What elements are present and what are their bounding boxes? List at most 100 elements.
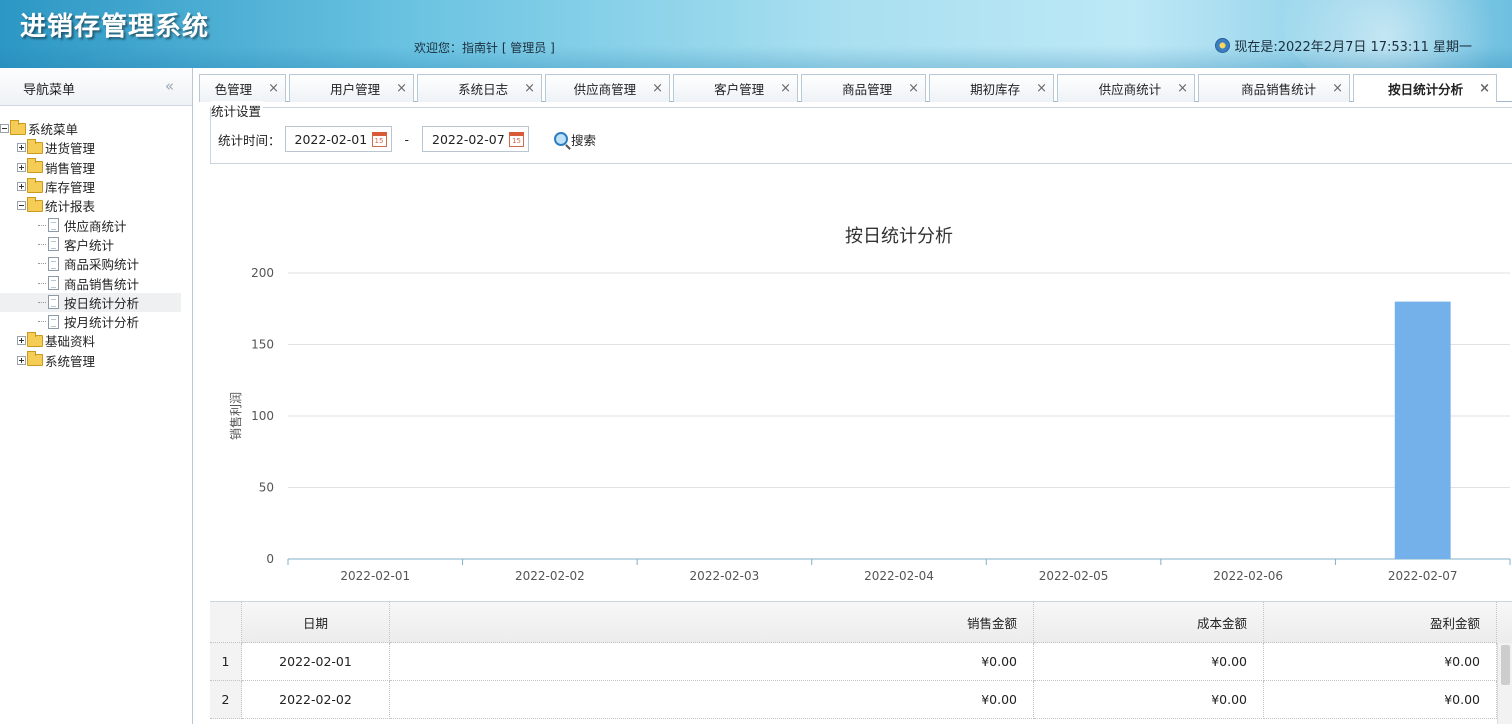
y-tick-label: 100	[251, 409, 274, 423]
tree-item-label: 统计报表	[45, 199, 96, 215]
tab-label: 客户管理	[714, 82, 765, 97]
tree-item[interactable]: 进货管理	[0, 138, 192, 157]
tree-item[interactable]: 按月统计分析	[0, 312, 192, 331]
tree-item-label: 商品销售统计	[64, 276, 140, 292]
search-button[interactable]: 搜索	[554, 130, 596, 149]
calendar-icon[interactable]: 15	[371, 131, 387, 147]
close-tab-icon[interactable]: ×	[780, 81, 791, 96]
expand-toggle-icon[interactable]	[17, 355, 26, 365]
search-icon	[554, 132, 569, 146]
start-date-field[interactable]: 2022-02-01 15	[284, 126, 392, 152]
table-row[interactable]: 1 2022-02-01 ¥0.00 ¥0.00 ¥0.00	[210, 643, 1512, 681]
close-tab-icon[interactable]: ×	[396, 81, 407, 96]
document-icon	[48, 295, 59, 310]
collapse-toggle-icon[interactable]	[17, 201, 26, 211]
tab[interactable]: 系统日志 ×	[417, 74, 542, 102]
expand-toggle-icon[interactable]	[17, 143, 26, 153]
end-date-field[interactable]: 2022-02-07 15	[422, 126, 530, 152]
tree-item[interactable]: 基础资料	[0, 331, 192, 350]
scrollbar-thumb[interactable]	[1501, 645, 1510, 685]
tree-item-label: 按月统计分析	[64, 315, 140, 331]
column-header-sales[interactable]: 销售金额	[390, 602, 1034, 643]
tree-item[interactable]: 统计报表	[0, 196, 192, 215]
welcome-text: 欢迎您：指南针 [ 管理员 ]	[414, 41, 555, 55]
close-tab-icon[interactable]: ×	[268, 81, 279, 96]
row-index: 1	[210, 643, 242, 681]
y-tick-label: 50	[259, 481, 274, 495]
tree-item-label: 库存管理	[45, 180, 96, 196]
expand-toggle-icon[interactable]	[17, 336, 26, 346]
search-label: 搜索	[571, 132, 597, 148]
tab[interactable]: 期初库存 ×	[929, 74, 1054, 102]
tab-label: 色管理	[214, 82, 253, 97]
tree-item-label: 客户统计	[64, 237, 115, 253]
tab[interactable]: 供应商统计 ×	[1057, 74, 1195, 102]
y-tick-label: 0	[266, 552, 274, 566]
tree-item[interactable]: 系统管理	[0, 351, 192, 370]
calendar-icon[interactable]: 15	[509, 131, 525, 147]
column-header-date[interactable]: 日期	[242, 602, 390, 643]
date-range-label: 统计时间：	[218, 132, 281, 148]
column-header-profit[interactable]: 盈利金额	[1264, 602, 1497, 643]
clock-icon	[1215, 38, 1231, 53]
tab-label: 供应商统计	[1098, 82, 1162, 97]
tree-item[interactable]: 供应商统计	[0, 215, 192, 234]
close-tab-icon[interactable]: ×	[908, 81, 919, 96]
tree-item[interactable]: 商品采购统计	[0, 254, 192, 273]
column-header-cost[interactable]: 成本金额	[1034, 602, 1264, 643]
row-sales: ¥0.00	[390, 643, 1034, 681]
tab-label: 商品管理	[842, 82, 893, 97]
row-cost: ¥0.00	[1034, 643, 1264, 681]
bar-chart: 按日统计分析销售利润 0 50 100 150 200 2022-02-01 2022-02-…	[228, 226, 1511, 583]
close-tab-icon[interactable]: ×	[1332, 81, 1343, 96]
tree-connector	[38, 243, 46, 245]
tree-item-label: 进货管理	[45, 141, 96, 157]
tree-item[interactable]: 系统菜单	[0, 119, 192, 138]
tab[interactable]: 供应商管理 ×	[545, 74, 670, 102]
tab-label: 用户管理	[330, 82, 381, 97]
end-date-value: 2022-02-07	[432, 131, 505, 147]
close-tab-icon[interactable]: ×	[652, 81, 663, 96]
document-icon	[48, 218, 59, 233]
tree-item[interactable]: 销售管理	[0, 158, 192, 177]
table-row[interactable]: 2 2022-02-02 ¥0.00 ¥0.00 ¥0.00	[210, 681, 1512, 719]
y-axis-label: 销售利润	[228, 392, 243, 440]
close-tab-icon[interactable]: ×	[1479, 81, 1490, 96]
tree-connector	[38, 321, 46, 323]
tab-label: 期初库存	[970, 82, 1021, 97]
table-header-row: 日期 销售金额 成本金额 盈利金额	[210, 602, 1512, 643]
close-tab-icon[interactable]: ×	[1177, 81, 1188, 96]
tab[interactable]: 用户管理 ×	[289, 74, 414, 102]
tab[interactable]: 客户管理 ×	[673, 74, 798, 102]
tree-item[interactable]: 库存管理	[0, 177, 192, 196]
app-header: 进销存管理系统 欢迎您：指南针 [ 管理员 ] 现在是:2022年2月7日 17…	[0, 0, 1512, 68]
x-tick-label: 2022-02-03	[690, 569, 760, 583]
tree-connector	[38, 263, 46, 265]
row-profit: ¥0.00	[1264, 643, 1497, 681]
document-icon	[48, 256, 59, 271]
document-icon	[48, 276, 59, 291]
tree-item[interactable]: 客户统计	[0, 235, 192, 254]
table-scrollbar[interactable]	[1497, 643, 1512, 724]
collapse-sidebar-icon[interactable]: «	[165, 77, 174, 95]
tab-bar: 色管理 × 用户管理 × 系统日志 × 供应商管理 × 客户管理 × 商品管理 × 期初库存 × 供应商统计…	[199, 74, 1512, 102]
tab[interactable]: 商品销售统计 ×	[1198, 74, 1350, 102]
row-cost: ¥0.00	[1034, 681, 1264, 719]
expand-toggle-icon[interactable]	[17, 162, 26, 172]
tab[interactable]: 商品管理 ×	[801, 74, 926, 102]
sidebar-header: 导航菜单 «	[0, 68, 192, 106]
expand-toggle-icon[interactable]	[17, 182, 26, 192]
tree-item-label: 销售管理	[45, 160, 96, 176]
tab[interactable]: 色管理 ×	[199, 74, 286, 102]
collapse-toggle-icon[interactable]	[0, 124, 9, 134]
tree-item[interactable]: 按日统计分析	[0, 292, 181, 312]
tab[interactable]: 按日统计分析 ×	[1353, 74, 1497, 102]
app-title: 进销存管理系统	[20, 12, 210, 42]
document-icon	[48, 314, 59, 329]
tree-item[interactable]: 商品销售统计	[0, 273, 192, 292]
tree-item-label: 供应商统计	[64, 218, 127, 234]
close-tab-icon[interactable]: ×	[1036, 81, 1047, 96]
folder-icon	[10, 119, 26, 135]
close-tab-icon[interactable]: ×	[524, 81, 535, 96]
tree-item-label: 系统菜单	[28, 122, 79, 138]
